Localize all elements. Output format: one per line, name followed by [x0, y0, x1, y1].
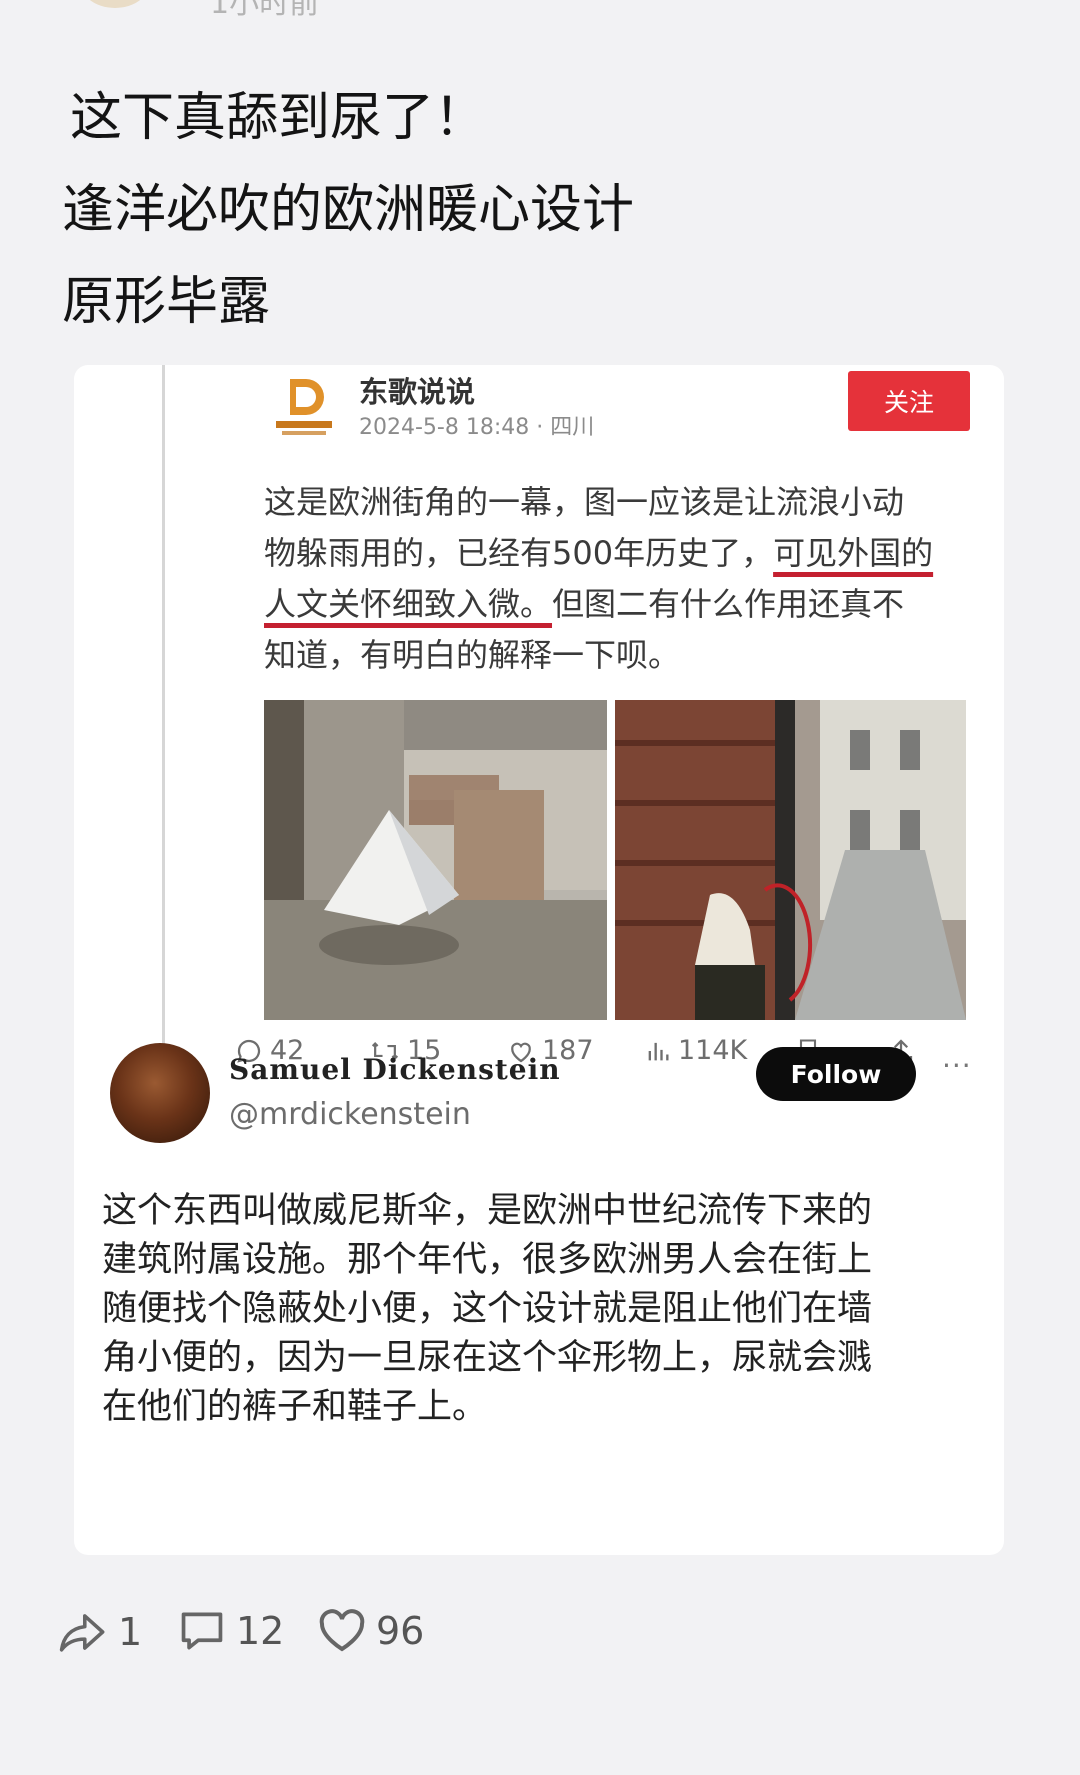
- like-count: 96: [376, 1609, 425, 1653]
- views-action[interactable]: 114K: [644, 1035, 747, 1066]
- comment-icon: [181, 1612, 223, 1650]
- reply-author-handle[interactable]: @mrdickenstein: [229, 1097, 471, 1132]
- text-line: 这是欧洲街角的一幕，图一应该是让流浪小动: [264, 483, 905, 521]
- text-line: 角小便的，因为一旦尿在这个伞形物上，尿就会溅: [102, 1338, 873, 1378]
- share-count: 1: [118, 1610, 143, 1654]
- text-line: 物躲雨用的，已经有500年历史了，可见外国的: [264, 528, 984, 579]
- post-line: 这下真舔到尿了！: [70, 88, 487, 148]
- follow-button[interactable]: Follow: [756, 1047, 916, 1101]
- thread-line: [162, 365, 165, 1117]
- post-line: 逢洋必吹的欧洲暖心设计: [62, 180, 635, 240]
- user-avatar[interactable]: [78, 0, 152, 8]
- text-line: 建筑附属设施。那个年代，很多欧洲男人会在街上: [102, 1240, 873, 1280]
- post-time: 1小时前: [210, 0, 320, 21]
- text-segment: 物躲雨用的，已经有500年历史了，: [264, 534, 774, 572]
- post-line: 原形毕露: [62, 272, 271, 332]
- screenshot-image[interactable]: 东歌说说 2024-5-8 18:48 · 四川 关注 这是欧洲街角的一幕，图一…: [74, 365, 1004, 1555]
- like-button[interactable]: 96: [318, 1608, 424, 1654]
- heart-icon: [319, 1609, 365, 1652]
- alley-photo[interactable]: [615, 700, 966, 1020]
- views-count: 114K: [678, 1035, 748, 1066]
- post-text: 这下真舔到尿了！ 逢洋必吹的欧洲暖心设计 原形毕露: [62, 72, 1022, 348]
- underlined-text: 可见外国的: [773, 534, 934, 572]
- share-icon: [59, 1614, 105, 1652]
- follow-button[interactable]: 关注: [848, 371, 970, 431]
- quoted-images: [264, 700, 966, 1020]
- post-actions: 1 12 96: [58, 1608, 658, 1668]
- text-line: 知道，有明白的解释一下呗。: [264, 636, 681, 674]
- text-line: 这个东西叫做威尼斯伞，是欧洲中世纪流传下来的: [102, 1191, 873, 1231]
- underlined-text: 人文关怀细致入微。: [264, 585, 553, 623]
- quoted-author-name[interactable]: 东歌说说: [359, 369, 475, 411]
- reply-avatar[interactable]: [110, 1043, 210, 1143]
- quoted-post-meta: 2024-5-8 18:48 · 四川: [359, 415, 595, 440]
- text-segment: 但图二有什么作用还真不: [552, 585, 905, 623]
- comment-count: 12: [236, 1609, 285, 1653]
- cone-corner-photo[interactable]: [264, 700, 607, 1020]
- reply-text: 这个东西叫做威尼斯伞，是欧洲中世纪流传下来的 建筑附属设施。那个年代，很多欧洲男…: [102, 1187, 982, 1432]
- text-line: 在他们的裤子和鞋子上。: [102, 1387, 488, 1427]
- reply-author-name[interactable]: Samuel Dickenstein: [229, 1053, 561, 1086]
- post-detail-page: 1小时前 这下真舔到尿了！ 逢洋必吹的欧洲暖心设计 原形毕露 东歌说说 2024…: [0, 0, 1080, 1775]
- share-button[interactable]: 1: [58, 1608, 142, 1656]
- views-icon: [648, 1042, 669, 1060]
- text-line: 人文关怀细致入微。但图二有什么作用还真不: [264, 579, 984, 630]
- text-line: 随便找个隐蔽处小便，这个设计就是阻止他们在墙: [102, 1289, 873, 1329]
- comment-button[interactable]: 12: [178, 1608, 284, 1654]
- quoted-post-text: 这是欧洲街角的一幕，图一应该是让流浪小动 物躲雨用的，已经有500年历史了，可见…: [264, 477, 984, 681]
- channel-logo-icon: [276, 379, 332, 435]
- more-options-icon[interactable]: ···: [942, 1049, 972, 1082]
